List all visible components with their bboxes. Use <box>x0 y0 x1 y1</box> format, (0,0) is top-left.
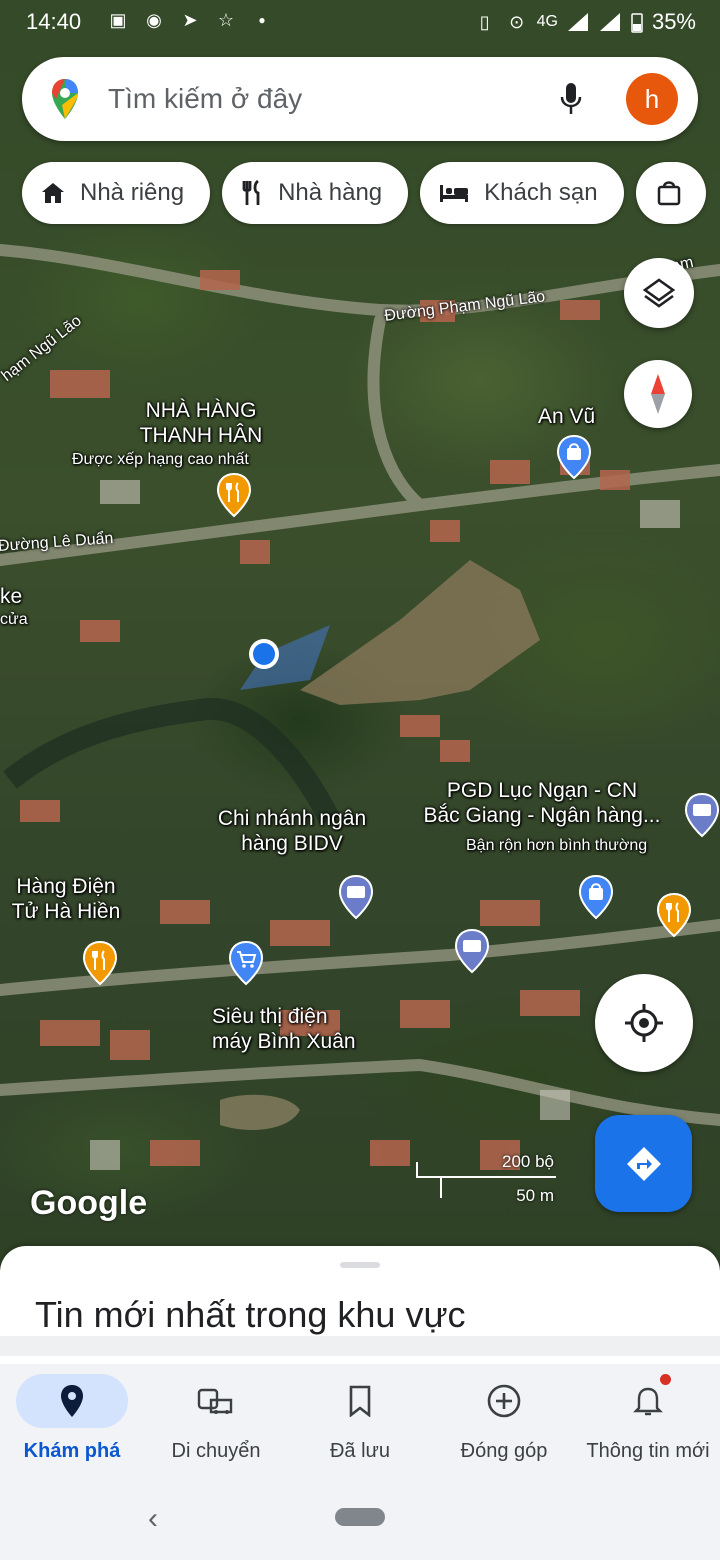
place-busyness: Bận rộn hơn bình thường <box>466 837 648 854</box>
commute-icon <box>197 1388 233 1414</box>
layers-icon <box>642 278 676 308</box>
chip-label: Khách sạn <box>484 179 598 206</box>
place-line: Hàng Điện <box>16 875 116 898</box>
explore-pin-icon <box>61 1385 83 1417</box>
place-line: NHÀ HÀNG <box>145 399 257 422</box>
place-sub: cửa <box>0 611 28 628</box>
scale-imperial: 200 bộ <box>502 1152 554 1171</box>
sheet-drag-handle[interactable] <box>340 1262 380 1268</box>
location-icon: ⊙ <box>509 11 525 32</box>
nav-updates[interactable]: Thông tin mới <box>576 1374 720 1474</box>
layers-button[interactable] <box>624 258 694 328</box>
search-input[interactable]: Tìm kiếm ở đây <box>108 83 556 115</box>
chip-hotels[interactable]: Khách sạn <box>420 162 624 224</box>
place-name[interactable]: Siêu thị điện máy Bình Xuân <box>212 1004 398 1054</box>
place-name[interactable]: An Vũ <box>538 404 595 429</box>
my-location-icon <box>625 1004 663 1042</box>
chip-label: Nhà riêng <box>80 179 185 206</box>
network-type: 4G <box>536 13 558 30</box>
wifi-icon <box>599 13 620 31</box>
home-icon <box>42 183 64 203</box>
messenger-icon: ◉ <box>146 9 162 30</box>
place-line: THANH HÂN <box>139 424 263 447</box>
bank-pin-icon[interactable] <box>338 874 374 920</box>
restaurant-icon <box>242 179 260 205</box>
place-name: ke <box>0 584 22 609</box>
restaurant-pin-icon[interactable] <box>82 940 118 986</box>
place-line: máy Bình Xuân <box>212 1030 356 1053</box>
nav-label: Đóng góp <box>460 1440 548 1462</box>
bank-pin-icon[interactable] <box>684 792 720 838</box>
directions-button[interactable] <box>595 1115 692 1212</box>
gallery-icon: ▣ <box>109 9 127 30</box>
nav-label: Di chuyển <box>171 1440 261 1462</box>
battery-icon <box>631 13 643 33</box>
bell-icon <box>633 1387 663 1416</box>
battery-percent: 35% <box>651 9 696 34</box>
nav-label: Thông tin mới <box>586 1440 710 1462</box>
nav-label: Khám phá <box>23 1440 121 1462</box>
chip-restaurants[interactable]: Nhà hàng <box>222 162 409 224</box>
shopping-bag-icon <box>657 181 680 206</box>
place-line: Tử Hà Hiền <box>11 900 121 923</box>
place-name[interactable]: Hàng Điện Tử Hà Hiền <box>0 874 132 924</box>
search-bar[interactable]: Tìm kiếm ở đây h <box>22 57 698 141</box>
place-line: Bắc Giang - Ngân hàng... <box>423 804 661 827</box>
hotel-icon <box>440 185 469 202</box>
place-name[interactable]: Chi nhánh ngân hàng BIDV <box>198 806 386 856</box>
shopping-pin-icon[interactable] <box>556 434 592 480</box>
clock: 14:40 <box>26 9 82 34</box>
restaurant-pin-icon[interactable] <box>656 892 692 938</box>
back-icon[interactable]: ‹ <box>148 1502 158 1536</box>
place-line: Chi nhánh ngân <box>217 807 367 830</box>
mic-icon[interactable] <box>556 79 586 119</box>
place-line: hàng BIDV <box>241 832 343 855</box>
place-name[interactable]: NHÀ HÀNG THANH HÂN <box>128 398 274 448</box>
system-navigation: ‹ <box>0 1486 720 1560</box>
place-line: Siêu thị điện <box>212 1005 328 1028</box>
signal-icon <box>567 13 588 31</box>
map-scale: 200 bộ 50 m <box>414 1152 564 1208</box>
place-name[interactable]: PGD Lục Ngạn - CN Bắc Giang - Ngân hàng.… <box>404 778 680 828</box>
shopping-cart-pin-icon[interactable] <box>228 940 264 986</box>
chip-home[interactable]: Nhà riêng <box>22 162 211 224</box>
compass-icon <box>651 374 665 414</box>
bank-pin-icon[interactable] <box>454 928 490 974</box>
status-bar: 14:40 ▣ ◉ ➤ ☆ ● ▯ ⊙ 4G 35% <box>0 0 720 44</box>
star-app-icon: ☆ <box>217 9 235 30</box>
place-rating: Được xếp hạng cao nhất <box>72 451 249 468</box>
dot-icon: ● <box>258 13 266 27</box>
shopping-pin-icon[interactable] <box>578 874 614 920</box>
nav-commute[interactable]: Di chuyển <box>144 1374 288 1474</box>
home-gesture-bar[interactable] <box>335 1508 385 1526</box>
restaurant-pin-icon[interactable] <box>216 472 252 518</box>
compass-button[interactable] <box>624 360 692 428</box>
telegram-icon: ➤ <box>182 9 198 30</box>
bookmark-icon <box>349 1385 371 1417</box>
account-avatar[interactable]: h <box>626 73 678 125</box>
maps-logo-icon <box>52 79 78 119</box>
vibrate-icon: ▯ <box>479 11 490 32</box>
notification-badge <box>660 1374 671 1385</box>
google-attribution: Google <box>30 1184 148 1222</box>
sheet-title: Tin mới nhất trong khu vực <box>35 1294 466 1335</box>
my-location-button[interactable] <box>595 974 693 1072</box>
nav-saved[interactable]: Đã lưu <box>288 1374 432 1474</box>
add-circle-icon <box>487 1384 521 1418</box>
place-line: PGD Lục Ngạn - CN <box>446 779 638 802</box>
place-line: ke <box>0 585 23 608</box>
chip-shopping[interactable] <box>635 162 706 224</box>
nav-contribute[interactable]: Đóng góp <box>432 1374 576 1474</box>
chip-label: Nhà hàng <box>278 179 383 206</box>
nav-label: Đã lưu <box>329 1440 391 1462</box>
category-chips: Nhà riêng Nhà hàng Khách sạn <box>22 162 706 224</box>
latest-in-area-sheet[interactable]: Tin mới nhất trong khu vực <box>0 1246 720 1366</box>
nav-explore[interactable]: Khám phá <box>0 1374 144 1474</box>
directions-icon <box>626 1146 661 1181</box>
scale-metric: 50 m <box>516 1186 554 1205</box>
